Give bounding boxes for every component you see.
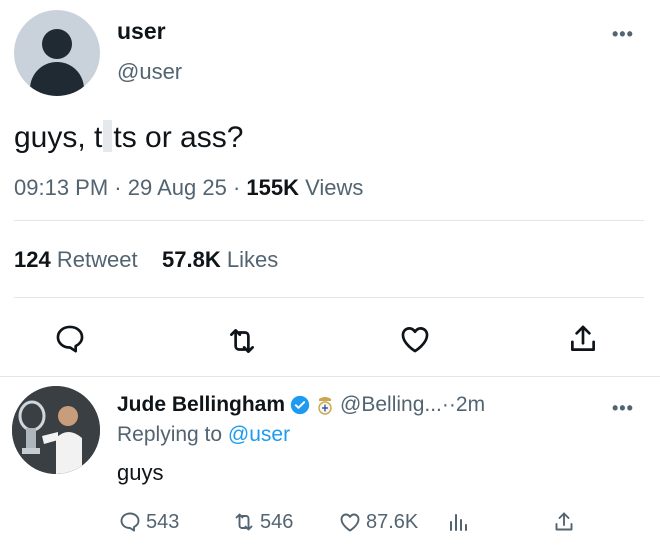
divider	[14, 220, 644, 221]
share-icon	[555, 512, 573, 531]
meta-separator: ·	[226, 175, 247, 200]
meta-separator: ·	[108, 175, 128, 200]
user-handle[interactable]: @user	[117, 59, 182, 85]
verified-badge-icon	[290, 395, 310, 415]
reply-like-button[interactable]: 87.6K	[338, 510, 418, 534]
reply-retweet-button[interactable]: 546	[232, 510, 293, 534]
reply-more-options-icon[interactable]: •••	[612, 398, 634, 419]
likes-stat[interactable]: 57.8K Likes	[162, 247, 278, 272]
views-count: 155K	[246, 175, 299, 200]
replying-prefix: Replying to	[117, 423, 228, 446]
divider	[14, 297, 644, 298]
tweet-text: guys, t ts or ass?	[14, 120, 243, 155]
reply-share-button[interactable]	[552, 510, 580, 534]
tweet-time[interactable]: 09:13 PM	[14, 175, 108, 200]
likes-label: Likes	[226, 247, 279, 272]
display-name[interactable]: user	[117, 18, 166, 45]
player-photo-icon	[12, 386, 100, 474]
club-crest-icon	[318, 397, 332, 415]
retweet-icon[interactable]	[225, 324, 259, 358]
reply-icon	[120, 512, 140, 532]
reply-views-button[interactable]	[446, 510, 474, 534]
reply-count: 543	[146, 510, 180, 533]
reply-display-name[interactable]: Jude Bellingham	[117, 393, 285, 417]
retweet-count: 546	[260, 510, 294, 533]
avatar-body-shape	[30, 62, 84, 96]
reply-handle[interactable]: @Belling...	[340, 393, 442, 417]
engagement-stats: 124 Retweet 57.8K Likes	[14, 247, 278, 273]
tweet-text-part1: guys, t	[14, 121, 103, 154]
retweet-count: 124	[14, 247, 51, 272]
tweet-text-part2: ts or ass?	[113, 121, 244, 154]
avatar[interactable]	[14, 10, 100, 96]
retweets-stat[interactable]: 124 Retweet	[14, 247, 138, 272]
like-icon[interactable]	[398, 322, 432, 356]
reply-time-separator: ··	[441, 393, 456, 416]
reply-header: Jude Bellingham @Belling... ·· 2m	[117, 393, 485, 417]
divider	[0, 376, 660, 377]
reply-reply-button[interactable]: 543	[118, 510, 179, 534]
likes-count: 57.8K	[162, 247, 221, 272]
replying-to: Replying to @user	[117, 423, 290, 447]
tweet-date[interactable]: 29 Aug 25	[128, 175, 227, 200]
reply-icon[interactable]	[53, 322, 87, 356]
share-icon[interactable]	[566, 322, 600, 356]
more-options-icon[interactable]: •••	[612, 24, 634, 45]
text-cursor-mark	[103, 120, 113, 152]
reply-time[interactable]: 2m	[456, 393, 485, 417]
replying-mention-link[interactable]: @user	[228, 423, 290, 446]
retweet-label: Retweet	[56, 247, 138, 272]
heart-icon	[340, 513, 360, 532]
retweet-icon	[235, 513, 253, 531]
views-label: Views	[299, 175, 364, 200]
avatar-head-shape	[42, 29, 72, 59]
reply-avatar[interactable]	[12, 386, 100, 474]
reply-text: guys	[117, 460, 164, 485]
bar-chart-icon	[450, 514, 467, 531]
tweet-metadata: 09:13 PM · 29 Aug 25 · 155K Views	[14, 175, 363, 201]
like-count: 87.6K	[366, 510, 419, 533]
